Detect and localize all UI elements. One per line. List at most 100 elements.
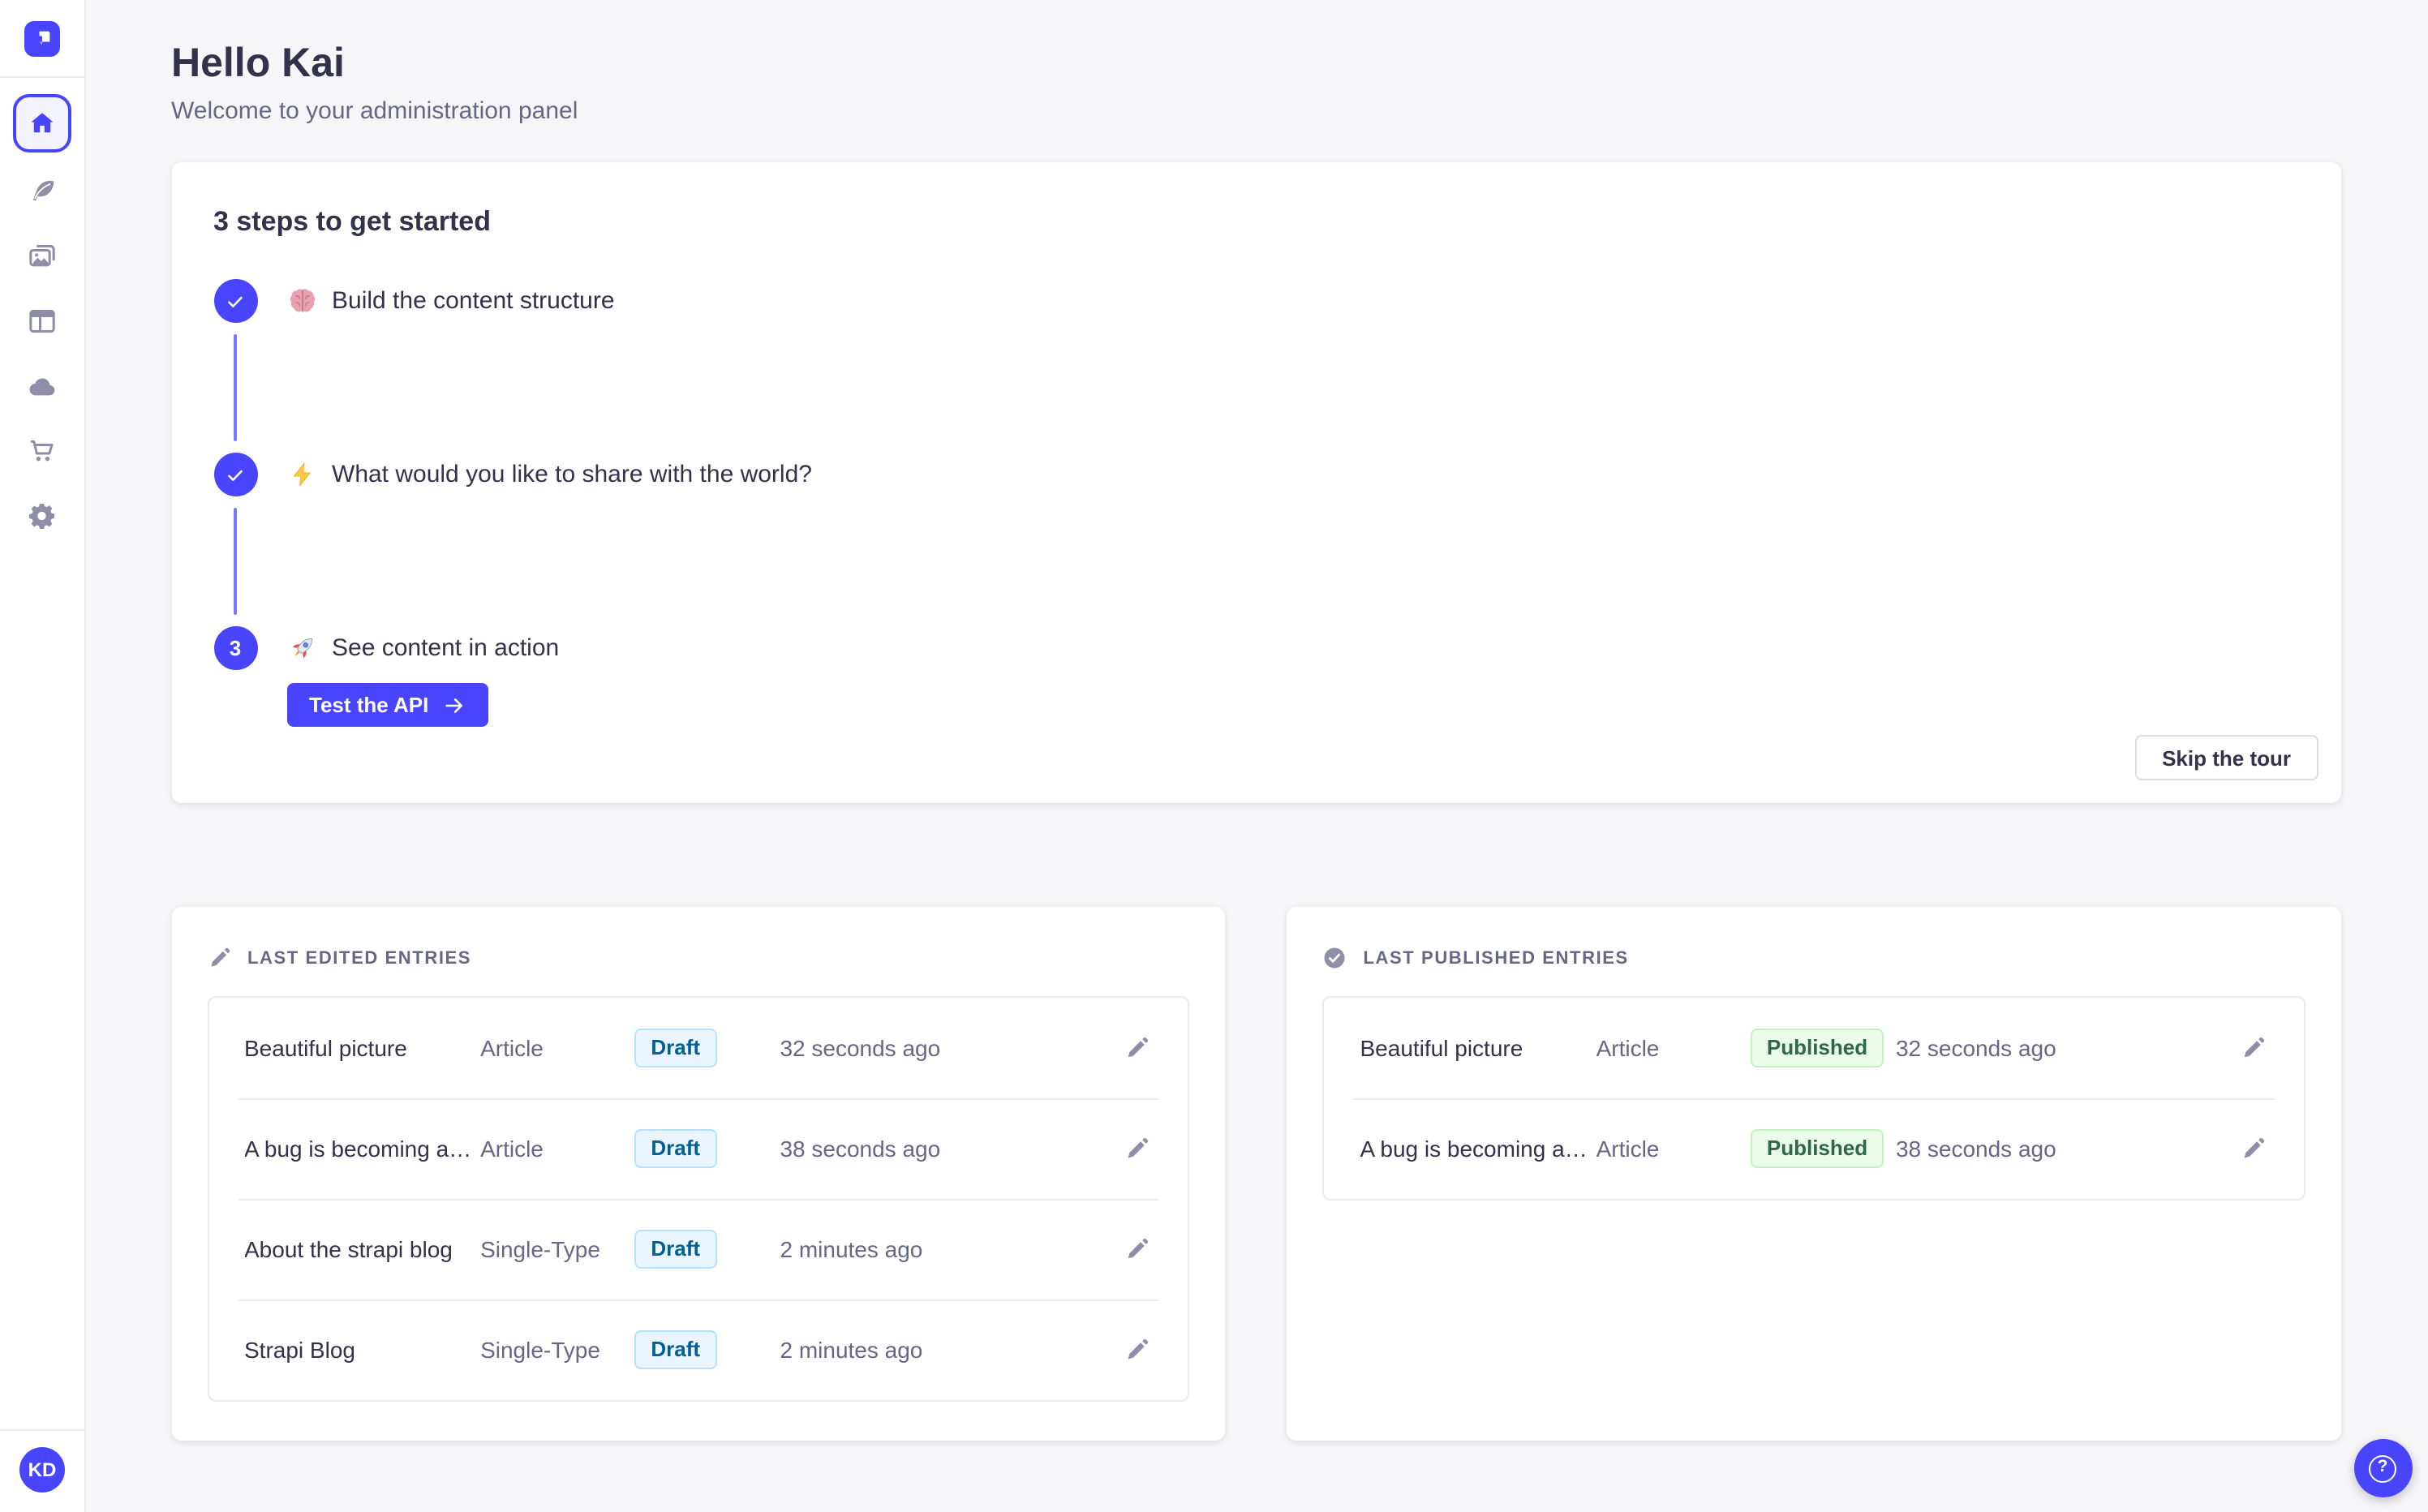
test-api-label: Test the API — [309, 693, 429, 717]
edit-entry-button[interactable] — [1124, 1335, 1153, 1364]
step-number: 3 — [229, 636, 242, 660]
edit-entry-button[interactable] — [1124, 1134, 1153, 1163]
strapi-admin-app: KD Hello Kai Welcome to your administrat… — [0, 0, 2428, 1512]
test-api-button[interactable]: Test the API — [286, 683, 489, 727]
edit-entry-button[interactable] — [1124, 1033, 1153, 1063]
edit-entry-button[interactable] — [2239, 1134, 2268, 1163]
entry-title: A bug is becoming a… — [1360, 1136, 1588, 1162]
feather-icon — [32, 180, 54, 201]
main-content: Hello Kai Welcome to your administration… — [84, 0, 2428, 1440]
entry-status-cell: Draft — [634, 1029, 780, 1067]
step-row: What would you like to share with the wo… — [213, 453, 2299, 496]
help-button[interactable]: ? — [2353, 1439, 2412, 1497]
entry-title: Beautiful picture — [244, 1035, 407, 1061]
onboarding-step: Build the content structure — [213, 279, 2299, 441]
entry-status-badge: Draft — [634, 1029, 717, 1067]
entry-time: 32 seconds ago — [780, 1035, 941, 1061]
sidebar-item-content-manager[interactable] — [26, 175, 58, 208]
pencil-icon — [1128, 1037, 1149, 1058]
step-status-circle — [213, 453, 257, 496]
entry-status-cell: Draft — [634, 1129, 780, 1168]
media-icon — [29, 245, 55, 267]
arrow-right-icon — [445, 698, 463, 712]
sidebar-item-home[interactable] — [13, 94, 71, 152]
layout-icon — [29, 310, 55, 333]
step-label: What would you like to share with the wo… — [332, 461, 812, 488]
entry-row: Beautiful picture Article Published 32 s… — [1325, 998, 2305, 1098]
entry-status-badge: Draft — [634, 1330, 717, 1369]
entry-title: Strapi Blog — [244, 1337, 355, 1363]
onboarding-title: 3 steps to get started — [213, 206, 491, 237]
entry-status-cell: Draft — [634, 1230, 780, 1269]
entry-title: A bug is becoming a… — [244, 1136, 472, 1162]
entry-title: About the strapi blog — [244, 1236, 453, 1262]
last-edited-header: LAST EDITED ENTRIES — [207, 946, 1190, 970]
onboarding-step: 3 See content in action Test the API — [213, 626, 2299, 727]
step-row: Build the content structure — [213, 279, 2299, 323]
sidebar-item-settings[interactable] — [26, 500, 58, 532]
check-circle-icon — [1323, 946, 1347, 970]
sidebar-item-cloud[interactable] — [26, 370, 58, 402]
sidebar-logo-area — [0, 0, 84, 78]
sidebar-item-marketplace[interactable] — [26, 435, 58, 467]
step-row: 3 See content in action — [213, 626, 2299, 670]
page-subtitle: Welcome to your administration panel — [171, 97, 578, 125]
page-header: Hello Kai Welcome to your administration… — [171, 0, 2341, 127]
zap-emoji-icon — [292, 462, 310, 487]
step-cta: Test the API — [213, 683, 2299, 727]
entry-title: Beautiful picture — [1360, 1035, 1523, 1061]
sidebar-item-media-library[interactable] — [26, 240, 58, 273]
pencil-icon — [207, 946, 231, 970]
step-status-circle — [213, 279, 257, 323]
entry-row: A bug is becoming a… Article Published 3… — [1325, 1098, 2305, 1199]
pencil-icon — [1128, 1338, 1149, 1360]
sidebar: KD — [0, 0, 86, 1512]
skip-tour-button[interactable]: Skip the tour — [2134, 735, 2318, 780]
entry-row: About the strapi blog Single-Type Draft … — [208, 1199, 1188, 1299]
entry-panels: LAST EDITED ENTRIES Beautiful picture Ar… — [171, 907, 2341, 1440]
onboarding-steps: Build the content structure What would y… — [213, 279, 2299, 727]
last-edited-title: LAST EDITED ENTRIES — [247, 948, 472, 968]
cloud-icon — [29, 377, 55, 395]
last-published-header: LAST PUBLISHED ENTRIES — [1323, 946, 2306, 970]
page-title: Hello Kai — [171, 41, 345, 86]
step-label: Build the content structure — [332, 287, 615, 315]
cart-icon — [30, 440, 54, 462]
step-emoji — [286, 286, 317, 316]
rocket-emoji-icon — [291, 638, 312, 659]
onboarding-card: 3 steps to get started Build the content… — [171, 162, 2341, 803]
pencil-icon — [2244, 1137, 2265, 1158]
strapi-logo[interactable] — [24, 20, 60, 56]
edit-entry-button[interactable] — [2239, 1033, 2268, 1063]
entry-status-cell: Draft — [634, 1330, 780, 1369]
step-emoji — [286, 633, 317, 664]
entry-row: Beautiful picture Article Draft 32 secon… — [208, 998, 1188, 1098]
question-circle-icon: ? — [2369, 1454, 2396, 1482]
gear-icon — [29, 504, 54, 529]
onboarding-step: What would you like to share with the wo… — [213, 453, 2299, 615]
entry-time: 2 minutes ago — [780, 1337, 923, 1363]
last-published-table: Beautiful picture Article Published 32 s… — [1322, 996, 2306, 1201]
entry-status-cell: Published — [1750, 1029, 1896, 1067]
pencil-icon — [1128, 1137, 1149, 1158]
step-connector — [234, 334, 237, 441]
sidebar-item-content-type-builder[interactable] — [26, 305, 58, 337]
entry-type: Single-Type — [480, 1337, 600, 1363]
last-edited-table: Beautiful picture Article Draft 32 secon… — [207, 996, 1190, 1402]
entry-type: Article — [1596, 1136, 1660, 1162]
entry-type: Article — [480, 1035, 544, 1061]
user-avatar[interactable]: KD — [19, 1447, 65, 1493]
strapi-logo-icon — [39, 30, 50, 45]
entry-time: 2 minutes ago — [780, 1236, 923, 1262]
step-connector — [234, 508, 237, 615]
home-icon — [31, 113, 54, 133]
sidebar-nav — [13, 94, 71, 565]
entry-type: Article — [1596, 1035, 1660, 1061]
last-edited-panel: LAST EDITED ENTRIES Beautiful picture Ar… — [171, 907, 1226, 1440]
entry-type: Single-Type — [480, 1236, 600, 1262]
last-published-panel: LAST PUBLISHED ENTRIES Beautiful picture… — [1287, 907, 2341, 1440]
entry-time: 32 seconds ago — [1895, 1035, 2056, 1061]
step-emoji — [286, 459, 317, 490]
edit-entry-button[interactable] — [1124, 1235, 1153, 1264]
pencil-icon — [1128, 1238, 1149, 1259]
